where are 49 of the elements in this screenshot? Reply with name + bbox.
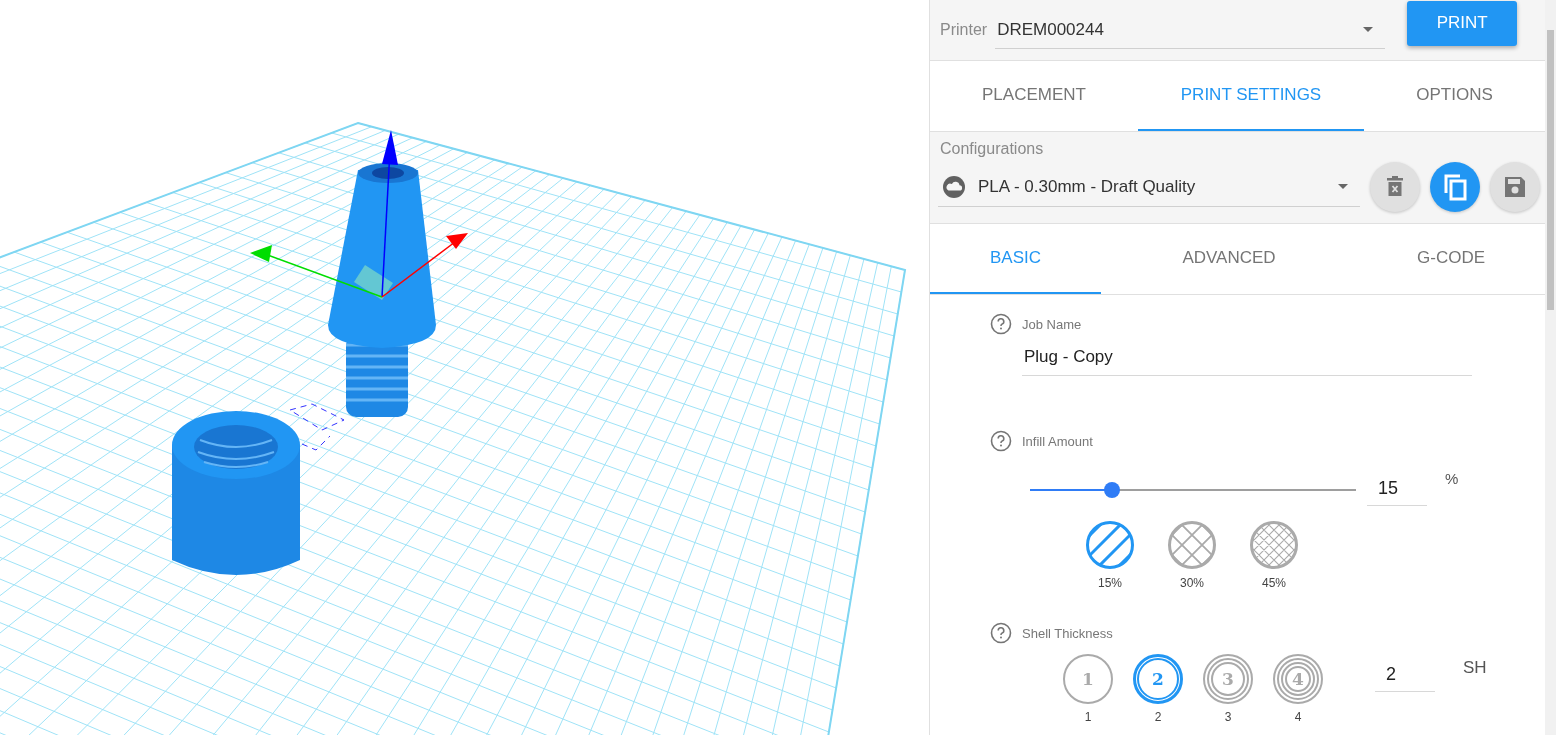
dropdown-caret-icon — [1338, 184, 1348, 189]
copy-icon — [1442, 173, 1468, 201]
job-name-field[interactable]: Plug - Copy — [1022, 345, 1472, 376]
infill-slider[interactable] — [1030, 480, 1356, 500]
dropdown-caret-icon — [1363, 27, 1374, 32]
preset-label: 15% — [1098, 576, 1122, 590]
preset-label: 45% — [1262, 576, 1286, 590]
tab[interactable]: G-CODE — [1357, 224, 1545, 294]
move-gizmo-drawing[interactable] — [250, 130, 468, 300]
tab[interactable]: OPTIONS — [1364, 61, 1545, 131]
help-icon[interactable] — [990, 430, 1012, 452]
selection-outline-drawing — [289, 403, 345, 451]
tab[interactable]: BASIC — [930, 224, 1101, 294]
cloud-icon — [942, 174, 966, 199]
delete-button[interactable] — [1370, 162, 1420, 212]
shell-thickness-button[interactable]: 1 — [1063, 654, 1113, 704]
infill-amount-label: Infill Amount — [1022, 433, 1093, 449]
shell-thickness-label: Shell Thickness — [1022, 625, 1113, 641]
trash-icon — [1385, 176, 1405, 198]
infill-value-field[interactable]: 15 — [1367, 474, 1427, 506]
preset-label: 2 — [1154, 710, 1162, 724]
help-icon[interactable] — [990, 313, 1012, 335]
printer-dropdown[interactable]: DREM000244 — [995, 11, 1386, 49]
shell-thickness-button[interactable]: 4 — [1273, 654, 1323, 704]
preset-label: 30% — [1180, 576, 1204, 590]
infill-pattern-button[interactable] — [1085, 520, 1135, 570]
infill-pattern-button[interactable] — [1167, 520, 1217, 570]
shell-unit: SH — [1463, 658, 1487, 678]
cap-drawing[interactable] — [172, 411, 300, 575]
shell-thickness-button[interactable]: 3 — [1203, 654, 1253, 704]
printer-label: Printer — [940, 21, 988, 39]
tab[interactable]: PLACEMENT — [930, 61, 1138, 131]
plug-drawing[interactable] — [328, 163, 436, 417]
job-name-label: Job Name — [1022, 316, 1082, 332]
tab[interactable]: ADVANCED — [1101, 224, 1357, 294]
infill-pattern-button[interactable] — [1249, 520, 1299, 570]
configuration-dropdown[interactable]: PLA - 0.30mm - Draft Quality — [938, 167, 1360, 207]
preset-label: 3 — [1224, 710, 1232, 724]
print-button[interactable]: PRINT — [1407, 0, 1518, 46]
shell-value-field[interactable]: 2 — [1375, 660, 1435, 692]
preset-label: 4 — [1294, 710, 1302, 724]
percent-unit: % — [1445, 470, 1459, 487]
help-icon[interactable] — [990, 622, 1012, 644]
shell-thickness-button[interactable]: 2 — [1133, 654, 1183, 704]
configurations-label: Configurations — [940, 140, 1045, 159]
preset-label: 1 — [1084, 710, 1092, 724]
save-button[interactable] — [1490, 162, 1540, 212]
duplicate-button[interactable] — [1430, 162, 1480, 212]
scrollbar[interactable] — [1545, 0, 1556, 735]
